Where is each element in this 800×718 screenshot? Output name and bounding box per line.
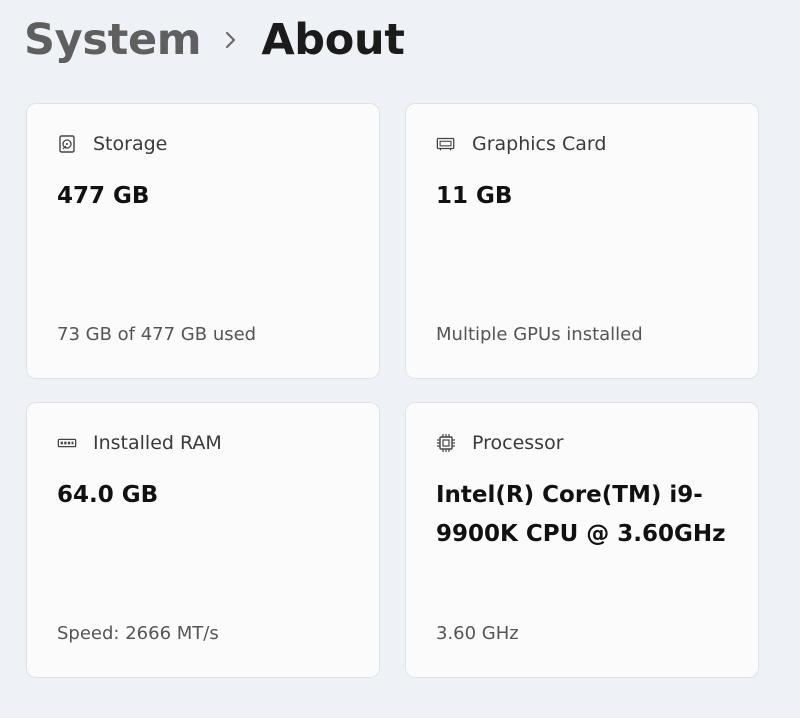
- processor-card: Processor Intel(R) Core(TM) i9-9900K CPU…: [405, 402, 759, 678]
- hard-drive-icon: [57, 134, 77, 154]
- ram-capacity-value: 64.0 GB: [57, 482, 159, 508]
- card-title: Processor: [472, 432, 564, 454]
- installed-ram-card: Installed RAM 64.0 GB Speed: 2666 MT/s: [26, 402, 380, 678]
- card-title: Installed RAM: [93, 432, 222, 454]
- card-title: Storage: [93, 133, 168, 155]
- card-title: Graphics Card: [472, 133, 607, 155]
- card-header: Graphics Card: [436, 133, 606, 155]
- breadcrumb-system-link[interactable]: System: [24, 15, 202, 65]
- chevron-right-icon: [201, 20, 261, 60]
- graphics-card-icon: [436, 134, 456, 154]
- ram-speed-detail: Speed: 2666 MT/s: [57, 623, 219, 644]
- storage-card: Storage 477 GB 73 GB of 477 GB used: [26, 103, 380, 379]
- graphics-card-card: Graphics Card 11 GB Multiple GPUs instal…: [405, 103, 759, 379]
- processor-chip-icon: [436, 433, 456, 453]
- graphics-memory-value: 11 GB: [436, 183, 513, 209]
- storage-capacity-value: 477 GB: [57, 183, 150, 209]
- graphics-detail: Multiple GPUs installed: [436, 324, 643, 345]
- breadcrumb: System About: [24, 10, 405, 70]
- card-header: Processor: [436, 432, 564, 454]
- card-header: Installed RAM: [57, 432, 222, 454]
- processor-name-value: Intel(R) Core(TM) i9-9900K CPU @ 3.60GHz: [436, 482, 726, 547]
- memory-module-icon: [57, 433, 77, 453]
- page-title: About: [261, 15, 405, 65]
- card-header: Storage: [57, 133, 167, 155]
- processor-speed-detail: 3.60 GHz: [436, 623, 519, 644]
- storage-usage-detail: 73 GB of 477 GB used: [57, 324, 257, 345]
